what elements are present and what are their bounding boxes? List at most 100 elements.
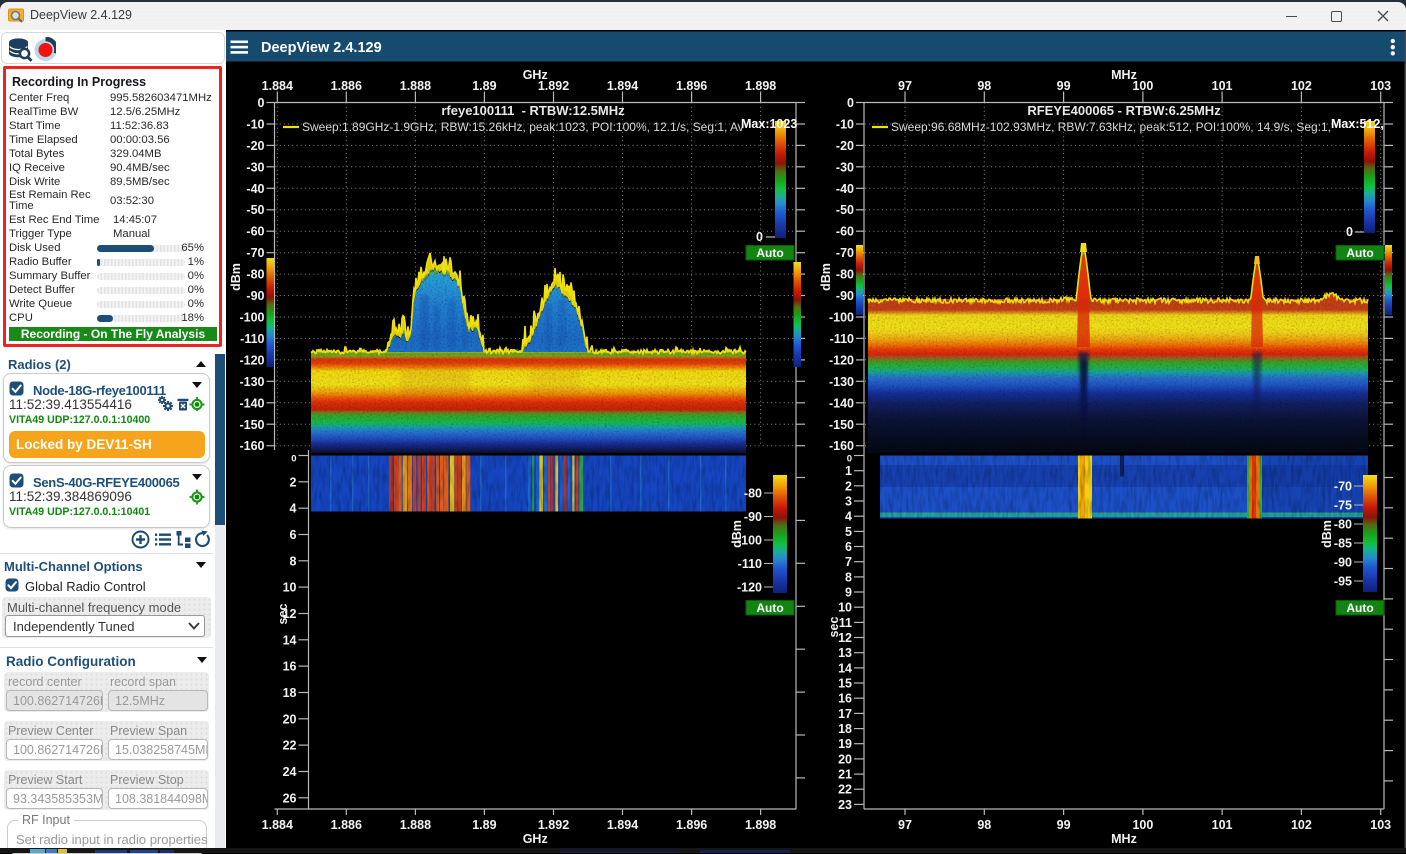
svg-text:-20: -20 bbox=[836, 139, 854, 153]
svg-text:2: 2 bbox=[845, 479, 852, 493]
svg-text:DeepView 2.4.129: DeepView 2.4.129 bbox=[261, 40, 382, 56]
svg-text:0: 0 bbox=[291, 454, 296, 465]
svg-text:1.89: 1.89 bbox=[472, 818, 496, 832]
svg-text:-50: -50 bbox=[836, 203, 854, 217]
svg-text:dBm: dBm bbox=[229, 263, 243, 291]
svg-text:15: 15 bbox=[838, 677, 852, 691]
svg-text:-70: -70 bbox=[836, 246, 854, 260]
svg-text:1.886: 1.886 bbox=[331, 818, 362, 832]
svg-text:1.898: 1.898 bbox=[745, 818, 776, 832]
svg-text:1.894: 1.894 bbox=[607, 79, 638, 93]
svg-text:1.884: 1.884 bbox=[262, 79, 293, 93]
svg-text:RFEYE400065 - RTBW:6.25MHz: RFEYE400065 - RTBW:6.25MHz bbox=[1027, 103, 1221, 118]
svg-text:6: 6 bbox=[845, 540, 852, 554]
svg-text:1.888: 1.888 bbox=[400, 818, 431, 832]
svg-text:-60: -60 bbox=[836, 225, 854, 239]
svg-text:16: 16 bbox=[838, 692, 852, 706]
svg-text:-110: -110 bbox=[240, 332, 264, 346]
svg-text:dBm: dBm bbox=[730, 520, 744, 548]
svg-text:Auto: Auto bbox=[756, 601, 783, 615]
svg-text:97: 97 bbox=[898, 818, 912, 832]
svg-text:-120: -120 bbox=[829, 353, 854, 367]
svg-text:1.898: 1.898 bbox=[745, 79, 776, 93]
svg-text:-75: -75 bbox=[1334, 499, 1352, 513]
svg-text:10: 10 bbox=[283, 581, 297, 595]
svg-text:1.896: 1.896 bbox=[676, 818, 707, 832]
svg-text:2: 2 bbox=[290, 475, 297, 489]
svg-text:-120: -120 bbox=[737, 581, 762, 595]
svg-text:-10: -10 bbox=[246, 117, 264, 131]
svg-text:0: 0 bbox=[756, 230, 763, 244]
svg-text:MHz: MHz bbox=[1111, 68, 1137, 82]
svg-text:-20: -20 bbox=[246, 139, 264, 153]
svg-text:-90: -90 bbox=[836, 289, 854, 303]
svg-text:18: 18 bbox=[283, 686, 297, 700]
svg-text:-95: -95 bbox=[1334, 575, 1352, 589]
svg-text:1: 1 bbox=[845, 464, 852, 478]
svg-text:4: 4 bbox=[290, 502, 297, 516]
svg-text:-160: -160 bbox=[239, 439, 264, 453]
svg-text:13: 13 bbox=[838, 646, 852, 660]
svg-text:-100: -100 bbox=[829, 311, 854, 325]
svg-text:-70: -70 bbox=[246, 246, 264, 260]
svg-text:Auto: Auto bbox=[1346, 601, 1373, 615]
svg-text:0: 0 bbox=[847, 96, 854, 110]
svg-text:-40: -40 bbox=[246, 182, 264, 196]
svg-text:19: 19 bbox=[838, 737, 852, 751]
svg-text:21: 21 bbox=[838, 768, 852, 782]
svg-text:20: 20 bbox=[283, 712, 297, 726]
svg-text:99: 99 bbox=[1057, 818, 1071, 832]
svg-text:8: 8 bbox=[845, 570, 852, 584]
svg-text:1.886: 1.886 bbox=[331, 79, 362, 93]
svg-text:-90: -90 bbox=[1334, 556, 1352, 570]
svg-text:98: 98 bbox=[977, 818, 991, 832]
svg-text:sec: sec bbox=[827, 617, 841, 638]
svg-text:-30: -30 bbox=[246, 160, 264, 174]
svg-text:Max:1023: Max:1023 bbox=[741, 117, 797, 131]
svg-text:101: 101 bbox=[1212, 818, 1233, 832]
svg-text:dBm: dBm bbox=[819, 263, 833, 291]
svg-text:sec: sec bbox=[276, 604, 290, 625]
svg-text:-80: -80 bbox=[246, 268, 264, 282]
svg-text:-80: -80 bbox=[836, 268, 854, 282]
svg-text:1.894: 1.894 bbox=[607, 818, 638, 832]
svg-text:dBm: dBm bbox=[1320, 520, 1334, 548]
svg-text:101: 101 bbox=[1212, 79, 1233, 93]
svg-text:-80: -80 bbox=[744, 487, 762, 501]
svg-text:9: 9 bbox=[845, 586, 852, 600]
svg-text:14: 14 bbox=[838, 661, 852, 675]
svg-text:1.884: 1.884 bbox=[262, 818, 293, 832]
svg-text:103: 103 bbox=[1370, 818, 1391, 832]
svg-text:5: 5 bbox=[845, 525, 852, 539]
svg-text:-160: -160 bbox=[829, 439, 854, 453]
svg-text:-70: -70 bbox=[1334, 480, 1352, 494]
svg-text:10: 10 bbox=[838, 601, 852, 615]
svg-text:-150: -150 bbox=[239, 418, 264, 432]
svg-text:-85: -85 bbox=[1334, 537, 1352, 551]
svg-text:-40: -40 bbox=[836, 182, 854, 196]
svg-text:18: 18 bbox=[838, 722, 852, 736]
svg-text:7: 7 bbox=[845, 555, 852, 569]
svg-text:23: 23 bbox=[838, 798, 852, 812]
svg-text:1.89: 1.89 bbox=[472, 79, 496, 93]
svg-text:20: 20 bbox=[838, 752, 852, 766]
svg-text:8: 8 bbox=[290, 554, 297, 568]
svg-text:3: 3 bbox=[845, 495, 852, 509]
svg-text:97: 97 bbox=[898, 79, 912, 93]
svg-text:102: 102 bbox=[1291, 79, 1312, 93]
svg-text:-140: -140 bbox=[239, 396, 264, 410]
svg-text:100: 100 bbox=[1132, 818, 1153, 832]
svg-text:98: 98 bbox=[977, 79, 991, 93]
svg-text:102: 102 bbox=[1291, 818, 1312, 832]
svg-text:-110: -110 bbox=[738, 557, 762, 571]
svg-text:22: 22 bbox=[838, 783, 852, 797]
svg-text:Auto: Auto bbox=[756, 246, 783, 260]
svg-text:1.892: 1.892 bbox=[538, 818, 569, 832]
svg-text:-90: -90 bbox=[246, 289, 264, 303]
svg-text:0: 0 bbox=[258, 96, 265, 110]
svg-text:Sweep:96.68MHz-102.93MHz, RBW:: Sweep:96.68MHz-102.93MHz, RBW:7.63kHz, p… bbox=[891, 120, 1331, 134]
svg-text:-150: -150 bbox=[829, 418, 854, 432]
svg-text:-120: -120 bbox=[239, 353, 264, 367]
svg-text:24: 24 bbox=[283, 765, 297, 779]
svg-text:-130: -130 bbox=[829, 375, 854, 389]
